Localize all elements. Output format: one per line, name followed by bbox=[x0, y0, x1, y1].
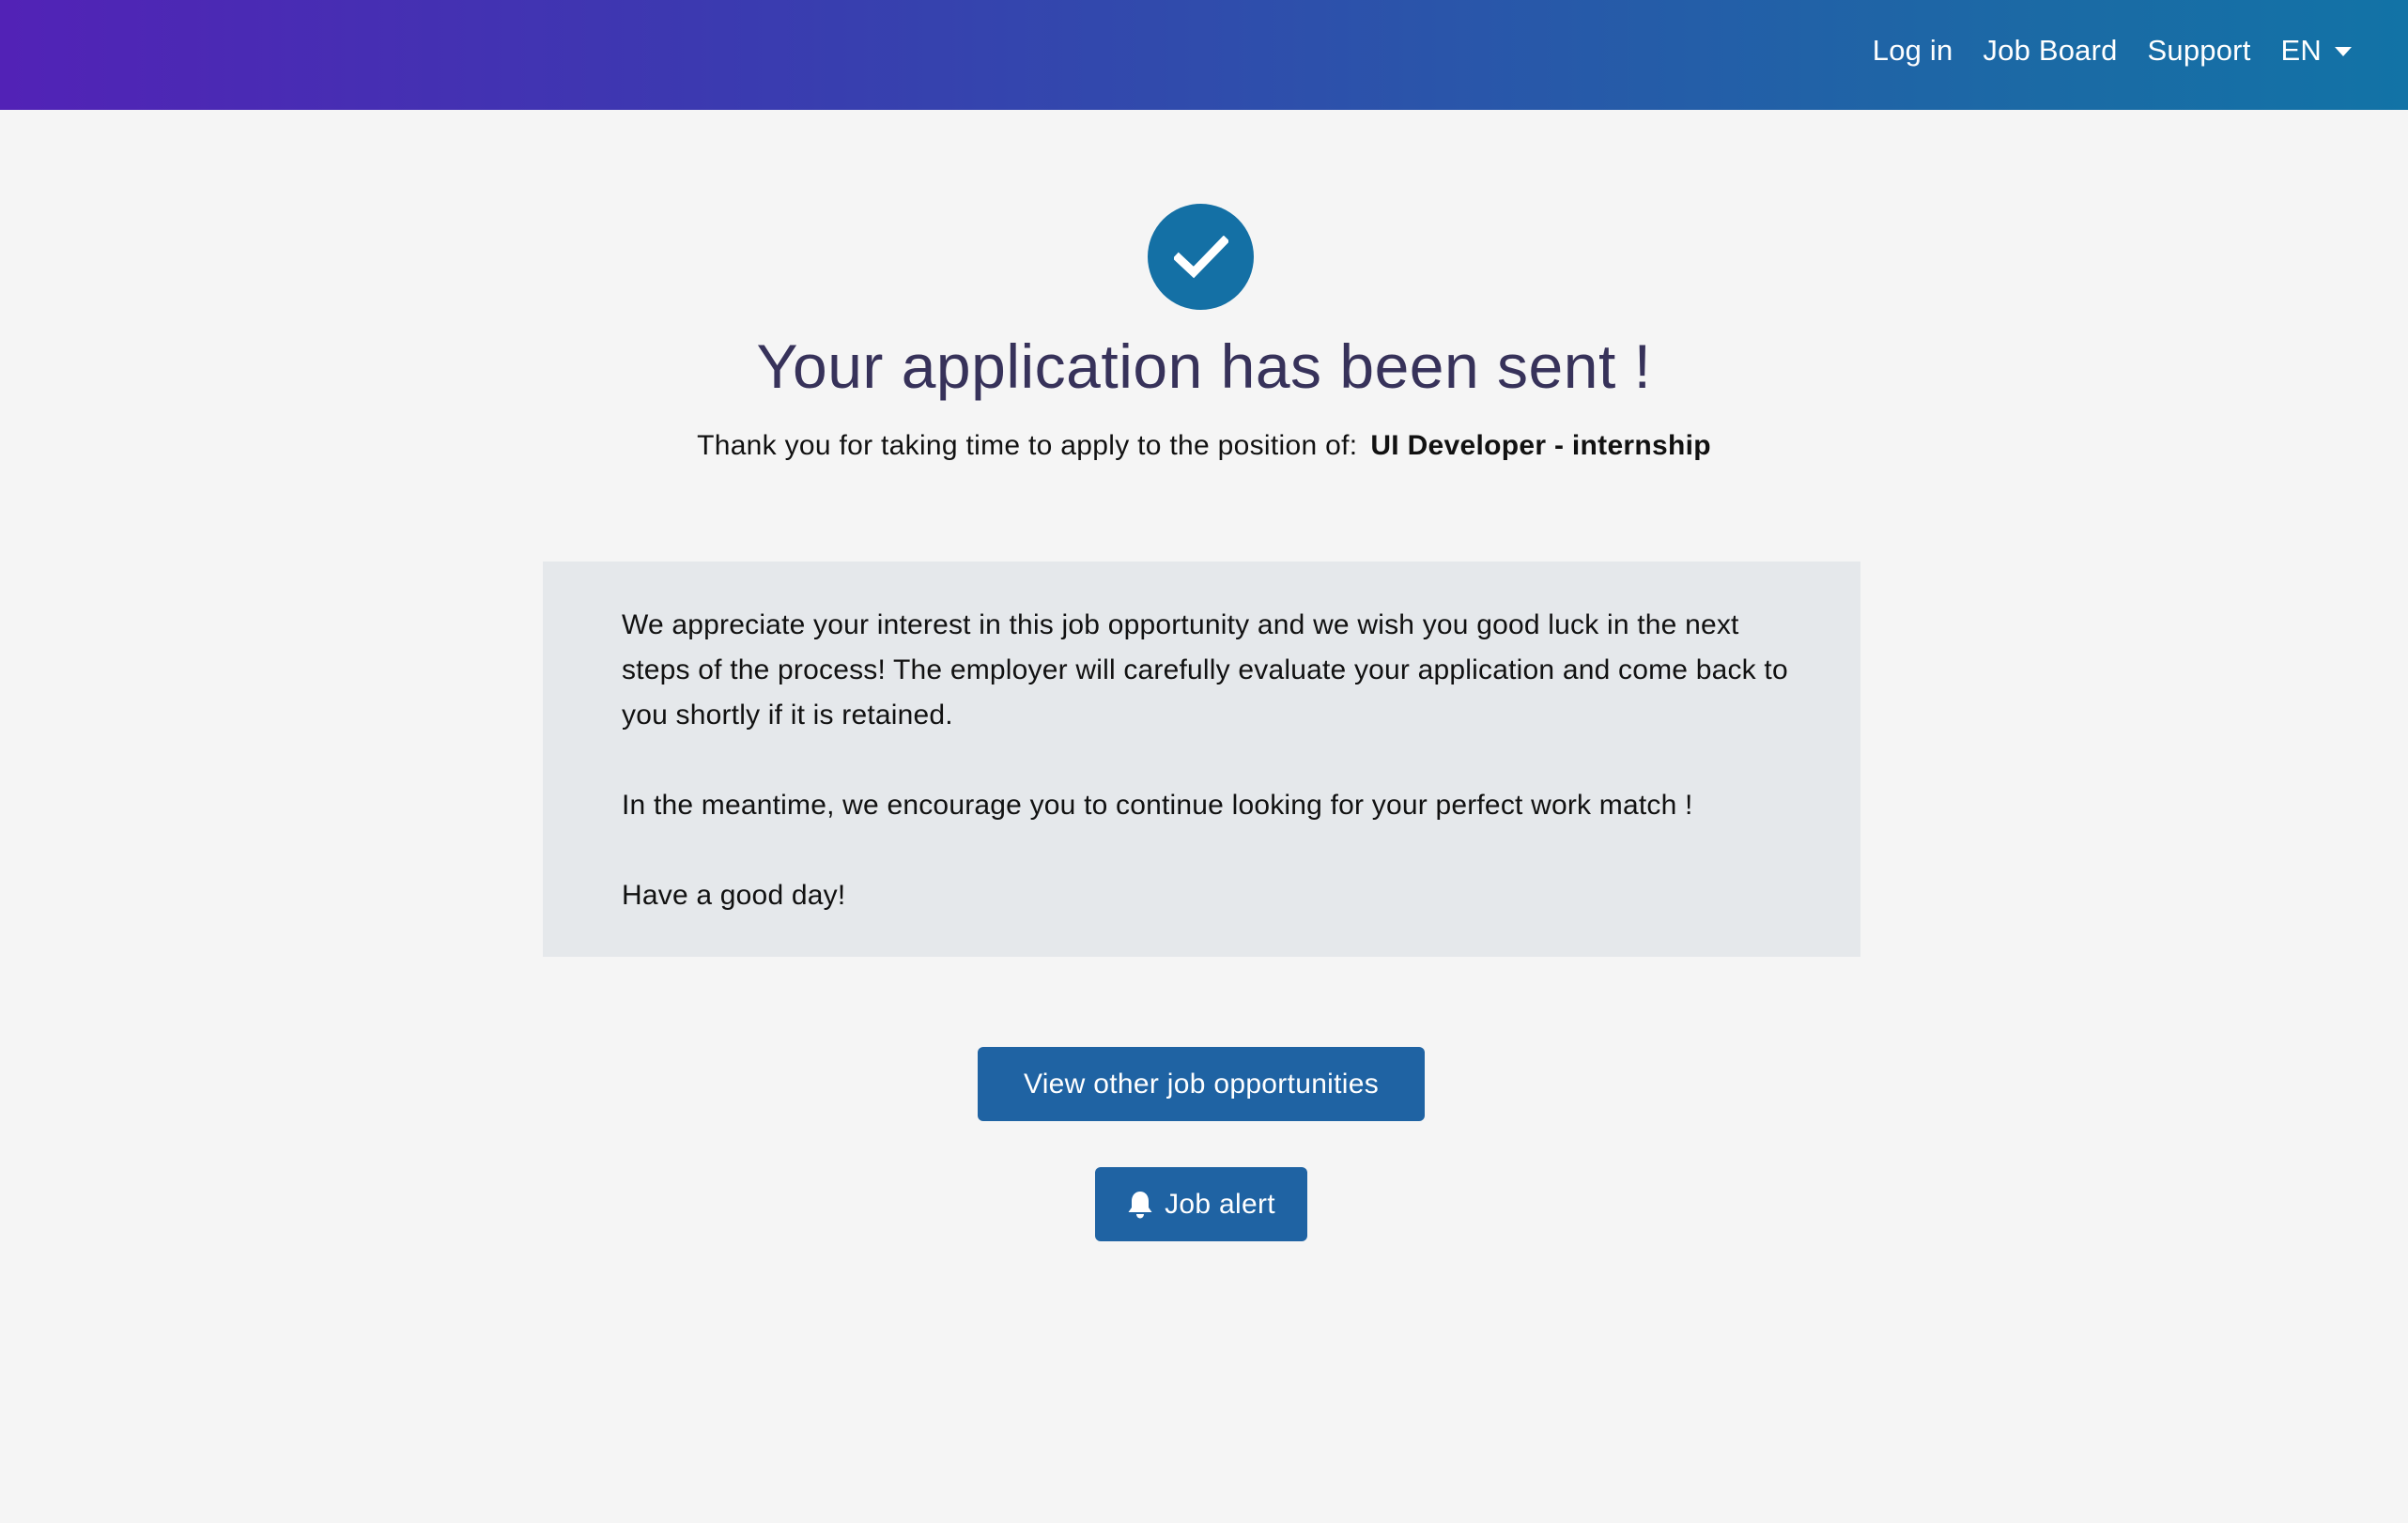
language-dropdown[interactable]: EN bbox=[2281, 34, 2352, 68]
job-alert-label: Job alert bbox=[1165, 1188, 1275, 1220]
confirmation-title: Your application has been sent ! bbox=[756, 331, 1652, 401]
top-navigation-bar: Log in Job Board Support EN bbox=[0, 0, 2408, 110]
message-paragraph-1: We appreciate your interest in this job … bbox=[622, 609, 1788, 731]
checkmark-icon bbox=[1173, 235, 1228, 278]
subtitle-prefix: Thank you for taking time to apply to th… bbox=[697, 430, 1358, 461]
job-board-link[interactable]: Job Board bbox=[1983, 34, 2117, 68]
view-other-jobs-label: View other job opportunities bbox=[1023, 1068, 1380, 1100]
login-link[interactable]: Log in bbox=[1873, 34, 1953, 68]
job-alert-button[interactable]: Job alert bbox=[1095, 1167, 1307, 1241]
message-paragraph-2: In the meantime, we encourage you to con… bbox=[622, 790, 1693, 821]
main-nav: Log in Job Board Support EN bbox=[1873, 0, 2352, 101]
caret-down-icon bbox=[2335, 47, 2352, 56]
position-name: UI Developer - internship bbox=[1370, 430, 1711, 461]
support-link[interactable]: Support bbox=[2148, 34, 2251, 68]
language-label: EN bbox=[2280, 34, 2322, 67]
message-panel: We appreciate your interest in this job … bbox=[543, 562, 1860, 957]
bell-icon bbox=[1128, 1191, 1152, 1218]
checkmark-circle-icon bbox=[1148, 204, 1254, 310]
confirmation-subtitle: Thank you for taking time to apply to th… bbox=[0, 430, 2408, 462]
message-paragraph-3: Have a good day! bbox=[622, 880, 846, 911]
view-other-jobs-button[interactable]: View other job opportunities bbox=[978, 1047, 1425, 1121]
